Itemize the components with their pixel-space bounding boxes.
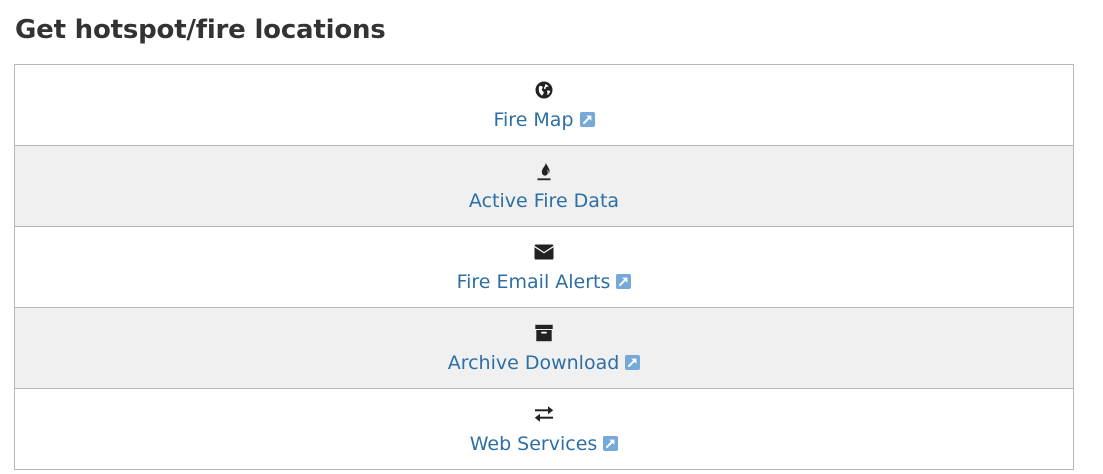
- envelope-icon: [534, 242, 554, 262]
- archive-box-icon: [534, 323, 554, 343]
- fire-location-links: Fire Map Active Fire Data Fire Email Ale…: [14, 64, 1074, 470]
- fire-map-label: Fire Map: [493, 109, 574, 131]
- fire-icon: [534, 161, 554, 181]
- external-link-icon: [579, 108, 595, 127]
- web-services-link[interactable]: Web Services: [15, 389, 1073, 470]
- external-link-icon: [603, 432, 619, 451]
- external-link-icon: [616, 270, 632, 289]
- web-services-label: Web Services: [469, 433, 598, 455]
- globe-icon: [534, 80, 554, 100]
- page-title: Get hotspot/fire locations: [15, 15, 386, 45]
- fire-email-alerts-link[interactable]: Fire Email Alerts: [15, 227, 1073, 308]
- archive-download-label: Archive Download: [447, 352, 620, 374]
- exchange-arrows-icon: [534, 404, 554, 424]
- active-fire-data-link[interactable]: Active Fire Data: [15, 146, 1073, 227]
- archive-download-link[interactable]: Archive Download: [15, 308, 1073, 389]
- active-fire-data-label: Active Fire Data: [468, 190, 620, 212]
- external-link-icon: [625, 351, 641, 370]
- fire-map-link[interactable]: Fire Map: [15, 65, 1073, 146]
- fire-email-alerts-label: Fire Email Alerts: [456, 271, 611, 293]
